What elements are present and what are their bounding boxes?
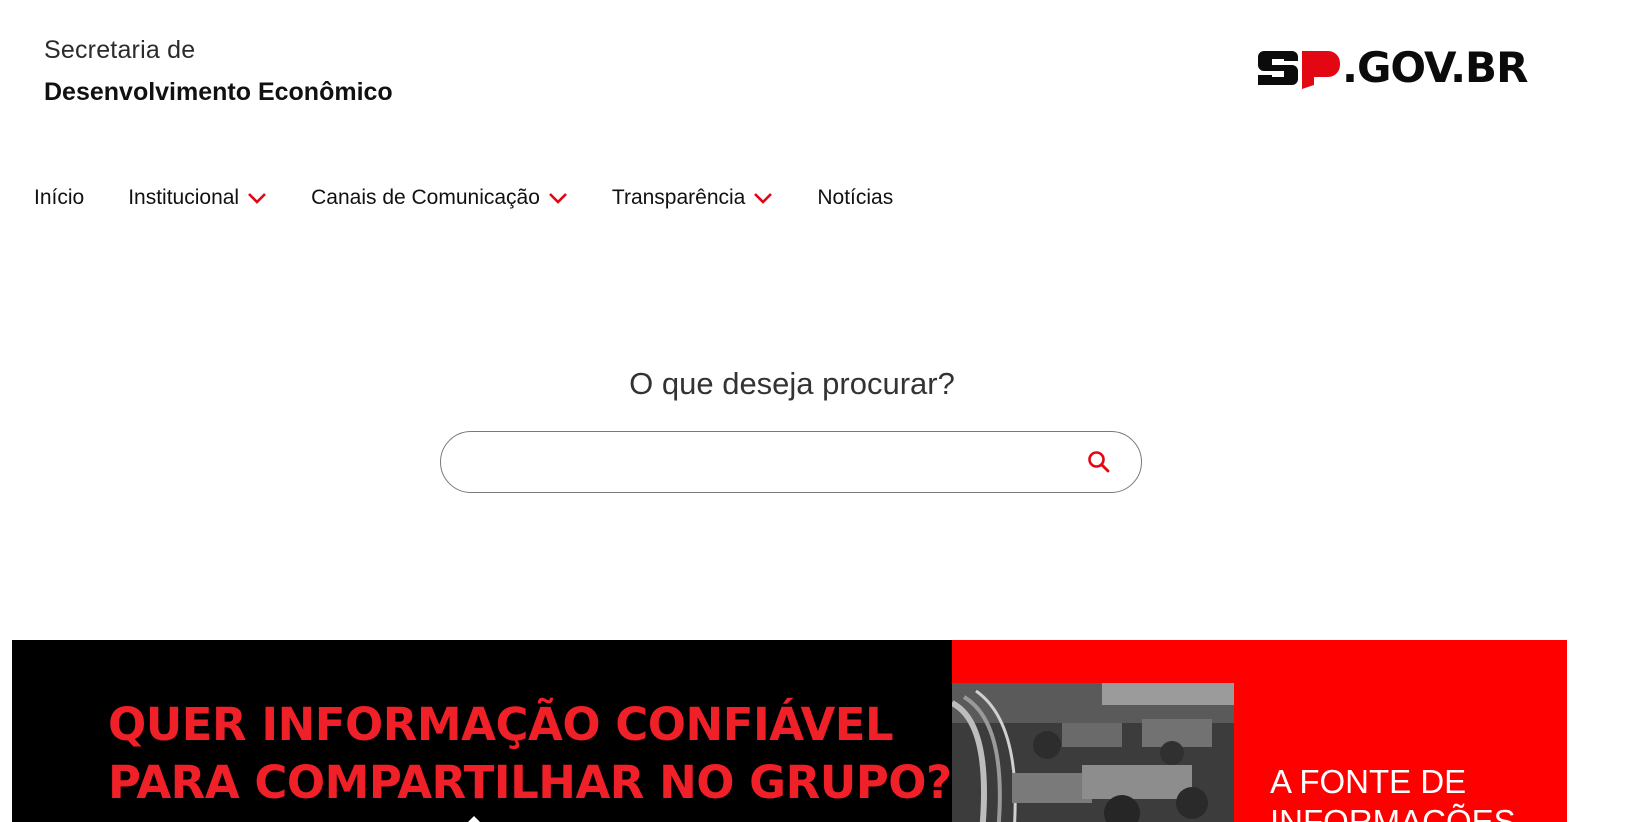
search-box [440, 431, 1142, 493]
banner-right-text: A FONTE DE INFORMAÇÕES [1270, 762, 1516, 822]
banner-headline-line2: PARA COMPARTILHAR NO GRUPO? [108, 756, 952, 809]
banner-left-panel: QUER INFORMAÇÃO CONFIÁVEL PARA COMPARTIL… [12, 640, 952, 822]
sp-gov-logo[interactable]: .GOV.BR [1256, 43, 1528, 92]
banner-headline-line1: QUER INFORMAÇÃO CONFIÁVEL [108, 698, 894, 751]
nav-item-transparencia[interactable]: Transparência [612, 186, 773, 210]
aerial-city-photo [952, 683, 1234, 822]
nav-item-institucional[interactable]: Institucional [128, 186, 267, 210]
page: Secretaria de Desenvolvimento Econômico … [0, 0, 1632, 822]
nav-item-label: Institucional [128, 186, 240, 209]
chevron-down-icon [754, 193, 773, 204]
org-name-line1: Secretaria de [44, 36, 196, 64]
search-input[interactable] [465, 444, 1069, 482]
chevron-down-icon [248, 193, 267, 204]
nav-item-canais-de-comunicacao[interactable]: Canais de Comunicação [311, 186, 568, 210]
search-title: O que deseja procurar? [629, 366, 955, 401]
site-brand[interactable]: Secretaria de Desenvolvimento Econômico [44, 30, 393, 114]
banner-right-line1: A FONTE DE [1270, 763, 1467, 800]
nav-item-label: Canais de Comunicação [311, 186, 540, 209]
org-name-line2: Desenvolvimento Econômico [44, 78, 393, 106]
nav-item-label: Notícias [817, 186, 894, 209]
nav-item-label: Início [34, 186, 85, 209]
nav-item-label: Transparência [611, 186, 746, 209]
chevron-down-icon [548, 193, 567, 204]
promo-banner[interactable]: QUER INFORMAÇÃO CONFIÁVEL PARA COMPARTIL… [12, 640, 1567, 822]
logo-text: .GOV.BR [1342, 43, 1528, 92]
banner-headline: QUER INFORMAÇÃO CONFIÁVEL PARA COMPARTIL… [108, 696, 952, 812]
diamond-icon [468, 816, 480, 822]
main-nav: Início Institucional Canais de Comunicaç… [34, 178, 937, 218]
search-icon[interactable] [1085, 448, 1113, 476]
nav-item-inicio[interactable]: Início [34, 186, 84, 210]
banner-right-line2: INFORMAÇÕES [1270, 803, 1516, 822]
sp-logo-icon [1258, 51, 1340, 89]
banner-right-panel: A FONTE DE INFORMAÇÕES [952, 640, 1567, 822]
nav-item-noticias[interactable]: Notícias [817, 186, 893, 210]
